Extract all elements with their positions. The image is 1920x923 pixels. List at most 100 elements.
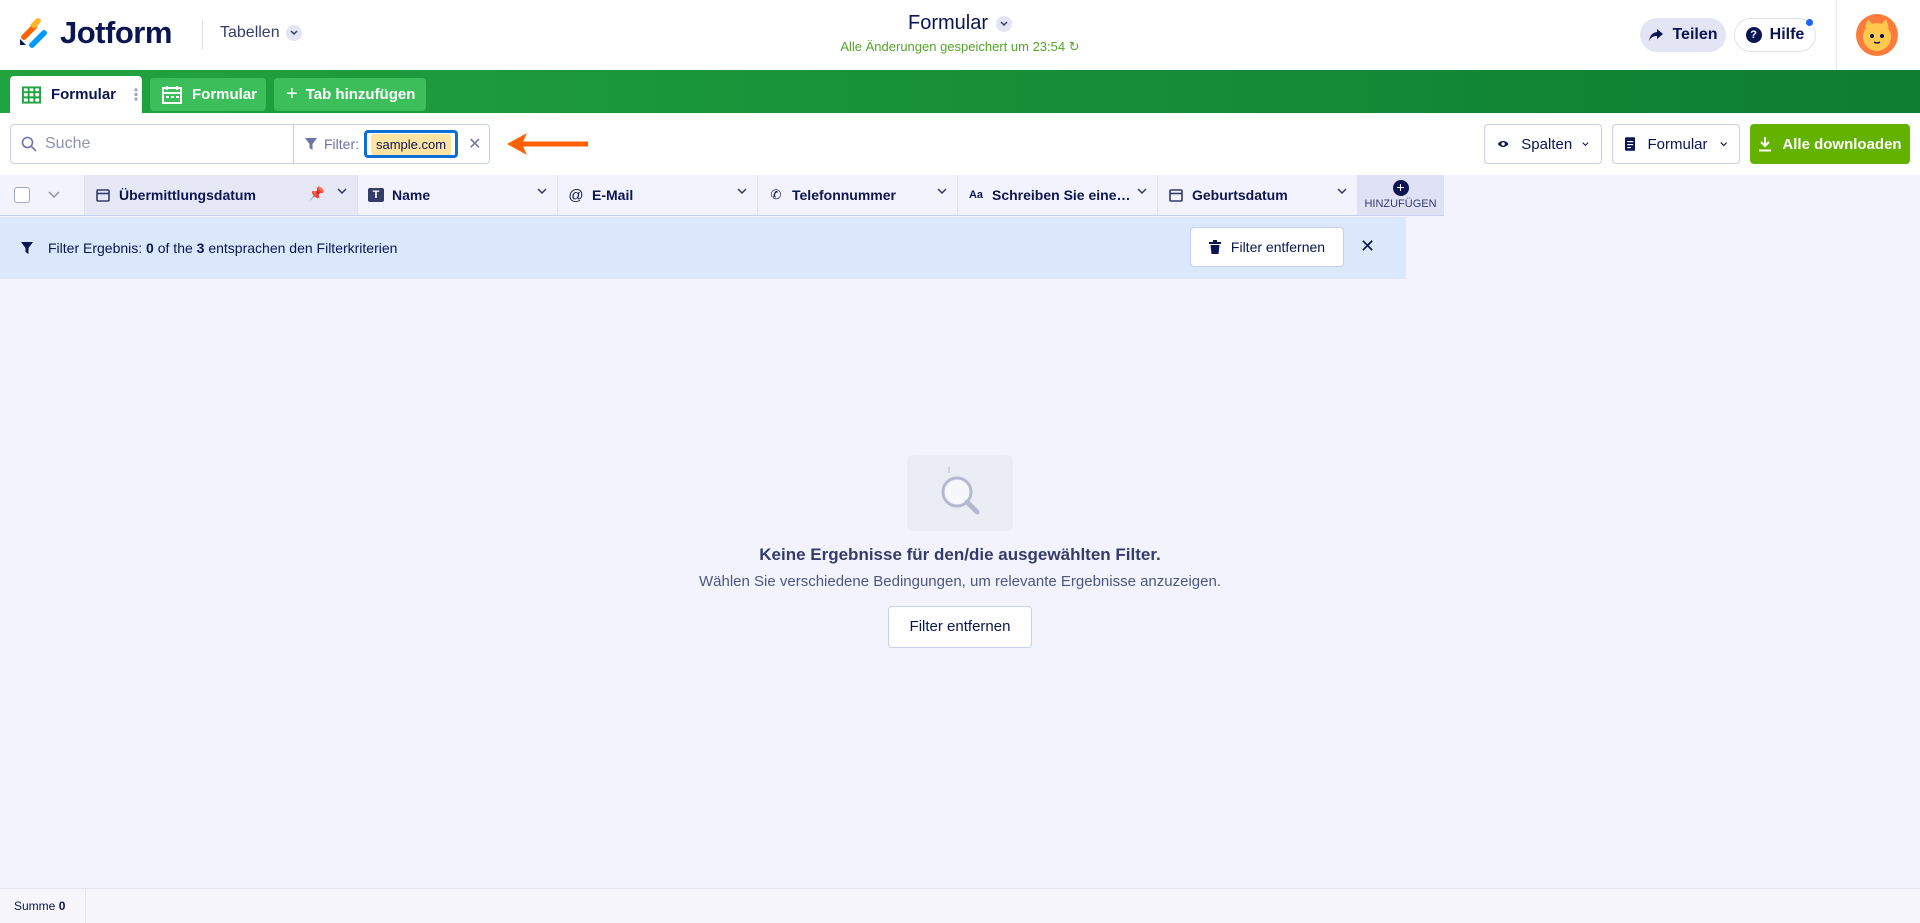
- column-label: Schreiben Sie eine…: [992, 187, 1131, 203]
- text-icon: T: [368, 188, 384, 202]
- phone-icon: ✆: [770, 187, 782, 202]
- remove-filter-label: Filter entfernen: [1230, 239, 1326, 255]
- eye-icon: [1497, 140, 1509, 148]
- filter-label: Filter:: [324, 136, 359, 152]
- columns-button[interactable]: Spalten: [1484, 124, 1602, 164]
- header-divider-right: [1836, 0, 1837, 70]
- pin-icon[interactable]: 📌: [309, 186, 325, 202]
- tab-label: Formular: [50, 86, 116, 103]
- add-tab-label: Tab hinzufügen: [305, 86, 416, 103]
- form-title-area: Formular Alle Änderungen gespeichert um …: [760, 12, 1160, 55]
- chevron-down-icon[interactable]: [937, 188, 947, 194]
- calendar-grid-icon: [162, 85, 182, 104]
- select-all-cell: [0, 175, 85, 215]
- column-header-email[interactable]: @ E-Mail: [558, 175, 758, 215]
- refresh-icon: ↻: [1068, 39, 1080, 54]
- add-tab-button[interactable]: + Tab hinzufügen: [274, 78, 426, 111]
- column-label: E-Mail: [592, 187, 634, 203]
- tab-bar: Formular ⋮ Formular + Tab hinzufügen: [0, 70, 1920, 113]
- search-input[interactable]: [45, 135, 275, 153]
- calendar-icon: [96, 189, 110, 202]
- tab-formular-calendar[interactable]: Formular: [150, 78, 266, 111]
- more-vertical-icon[interactable]: ⋮: [128, 85, 144, 105]
- share-arrow-icon: [1649, 29, 1664, 41]
- chevron-down-icon: [1719, 142, 1727, 147]
- trash-icon: [1208, 240, 1221, 254]
- text-aa-icon: Aa: [968, 189, 984, 201]
- at-icon: @: [568, 186, 584, 204]
- document-icon: [1625, 137, 1636, 151]
- empty-state-remove-filter-button[interactable]: Filter entfernen: [888, 606, 1032, 648]
- column-header-name[interactable]: T Name: [358, 175, 558, 215]
- form-view-button[interactable]: Formular: [1612, 124, 1740, 164]
- column-label: Telefonnummer: [792, 187, 896, 203]
- columns-label: Spalten: [1521, 135, 1573, 153]
- filter-chip[interactable]: sample.com: [364, 130, 459, 158]
- top-header: Jotform Tabellen Formular Alle Änderunge…: [0, 0, 1920, 70]
- filter-funnel-icon: [21, 242, 33, 254]
- brand-name: Jotform: [60, 15, 172, 50]
- chevron-down-icon[interactable]: [737, 188, 747, 194]
- share-label: Teilen: [1672, 26, 1718, 43]
- download-all-button[interactable]: Alle downloaden: [1750, 124, 1910, 164]
- chevron-down-icon[interactable]: [337, 188, 347, 194]
- header-divider: [202, 20, 203, 50]
- column-label: Übermittlungsdatum: [119, 187, 256, 203]
- empty-state: Keine Ergebnisse für den/die ausgewählte…: [640, 455, 1280, 648]
- help-button[interactable]: ? Hilfe: [1734, 18, 1816, 52]
- chevron-down-icon: [1582, 142, 1589, 147]
- filter-box[interactable]: Filter: sample.com ✕: [293, 124, 490, 164]
- help-icon: ?: [1745, 27, 1762, 43]
- column-header-phone[interactable]: ✆ Telefonnummer: [758, 175, 958, 215]
- chevron-down-icon[interactable]: [1337, 188, 1347, 194]
- column-header-text-field[interactable]: Aa Schreiben Sie eine…: [958, 175, 1158, 215]
- form-view-label: Formular: [1647, 135, 1708, 153]
- avatar[interactable]: [1856, 14, 1898, 56]
- plus-icon: +: [286, 83, 298, 105]
- tables-menu[interactable]: Tabellen: [220, 24, 302, 42]
- clear-filter-icon[interactable]: ✕: [468, 134, 481, 154]
- save-status: Alle Änderungen gespeichert um 23:54 ↻: [760, 39, 1160, 55]
- close-icon[interactable]: ✕: [1360, 236, 1375, 257]
- filter-funnel-icon: [305, 138, 317, 150]
- filter-result-matched: 0: [146, 240, 154, 256]
- chevron-down-icon[interactable]: [48, 191, 60, 199]
- form-title-dropdown[interactable]: Formular: [760, 12, 1160, 35]
- download-all-label: Alle downloaden: [1782, 135, 1902, 153]
- jotform-logo[interactable]: Jotform: [18, 15, 172, 51]
- chevron-down-icon[interactable]: [1137, 188, 1147, 194]
- magnifier-illustration-icon: [907, 455, 1013, 531]
- remove-filter-button[interactable]: Filter entfernen: [1190, 227, 1344, 267]
- column-label: Geburtsdatum: [1192, 187, 1288, 203]
- toolbar: Filter: sample.com ✕ Spalten Formular Al…: [0, 113, 1920, 175]
- download-icon: [1759, 137, 1772, 152]
- empty-state-subtitle: Wählen Sie verschiedene Bedingungen, um …: [698, 573, 1221, 590]
- save-status-text: Alle Änderungen gespeichert um 23:54: [840, 39, 1066, 54]
- filter-value: sample.com: [371, 133, 452, 155]
- filter-result-prefix: Filter Ergebnis:: [48, 240, 143, 256]
- column-header-submission-date[interactable]: Übermittlungsdatum 📌: [85, 175, 358, 215]
- add-column-button[interactable]: + HINZUFÜGEN: [1358, 175, 1444, 215]
- add-column-label: HINZUFÜGEN: [1364, 198, 1437, 210]
- tab-formular-table[interactable]: Formular ⋮: [10, 76, 144, 113]
- share-button[interactable]: Teilen: [1640, 18, 1726, 52]
- chevron-down-icon[interactable]: [537, 188, 547, 194]
- help-label: Hilfe: [1769, 26, 1805, 43]
- chevron-down-icon: [285, 25, 302, 41]
- column-header-row: Übermittlungsdatum 📌 T Name @ E-Mail ✆ T…: [0, 175, 1444, 216]
- tables-menu-label: Tabellen: [220, 24, 280, 41]
- select-all-checkbox[interactable]: [14, 187, 30, 203]
- empty-state-title: Keine Ergebnisse für den/die ausgewählte…: [759, 545, 1161, 564]
- chevron-down-icon: [996, 15, 1012, 32]
- calendar-icon: [1169, 189, 1183, 202]
- column-label: Name: [392, 187, 431, 203]
- page-title: Formular: [907, 12, 988, 34]
- footer-summary: Summe 0: [0, 888, 1920, 923]
- column-header-birthdate[interactable]: Geburtsdatum: [1158, 175, 1358, 215]
- jotform-logo-icon: [20, 18, 47, 48]
- annotation-arrow: [507, 133, 588, 155]
- search-icon: [21, 136, 37, 152]
- filter-result-bar: Filter Ergebnis: 0 of the 3 entsprachen …: [0, 217, 1406, 279]
- sum-label: Summe: [14, 899, 56, 913]
- search-box[interactable]: [10, 124, 294, 164]
